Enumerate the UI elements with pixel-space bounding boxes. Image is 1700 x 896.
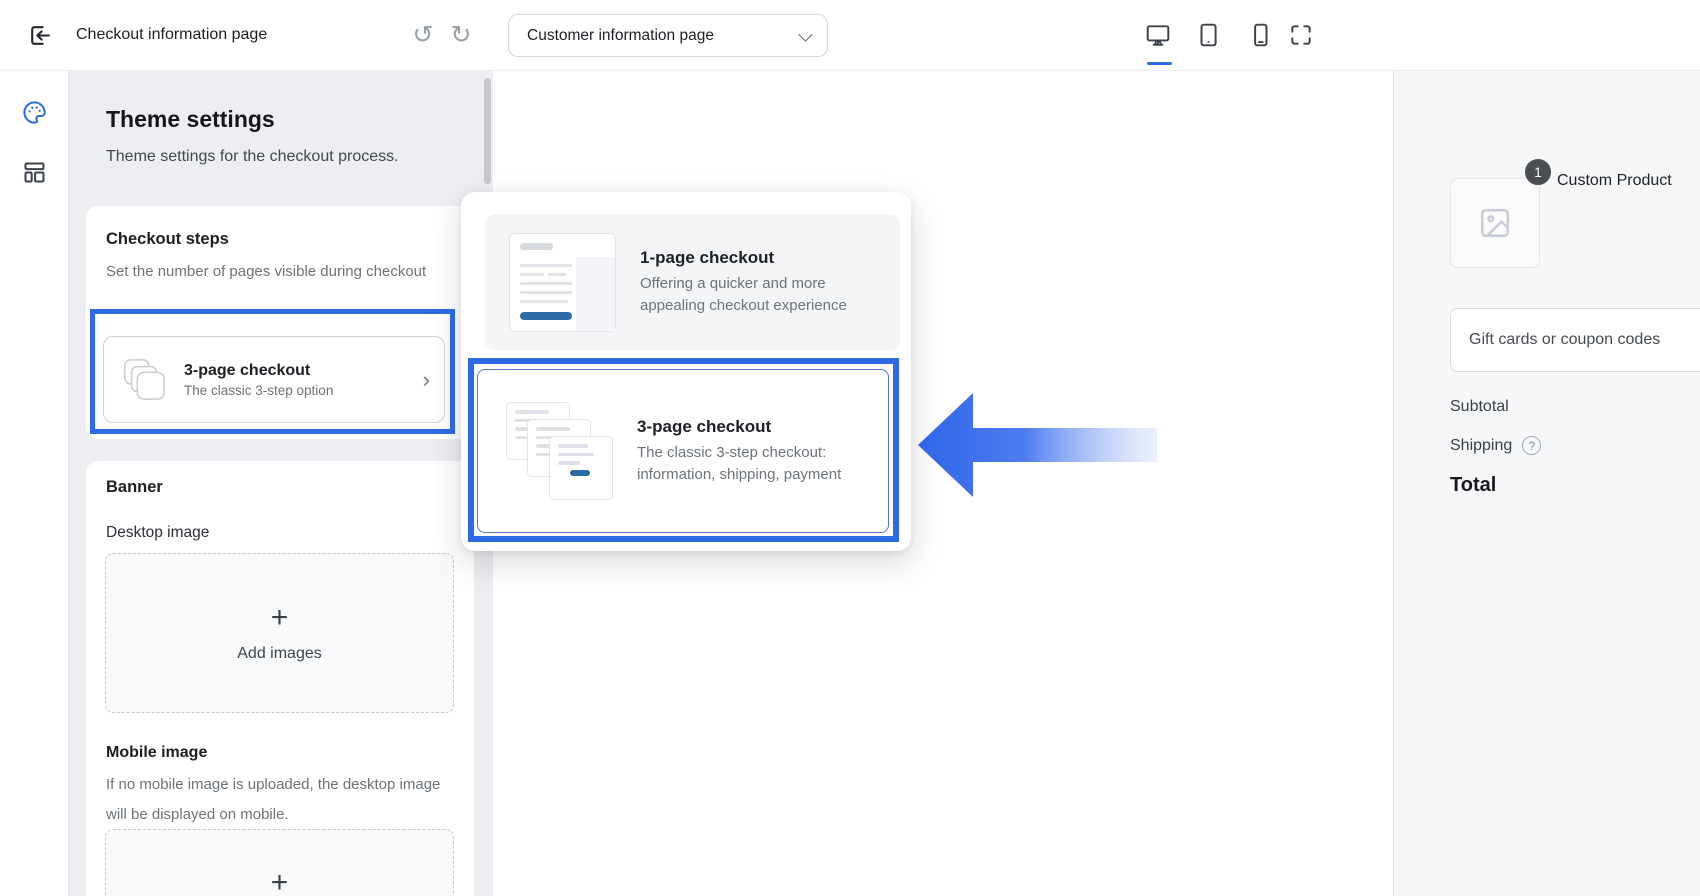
- thumb-line: [520, 300, 568, 303]
- thumb-line: [520, 291, 572, 294]
- 1-page-thumbnail: [509, 233, 616, 332]
- option-title: 3-page checkout: [184, 362, 333, 380]
- topbar: Checkout information page ↺ ↻ Customer i…: [0, 0, 1700, 71]
- chevron-right-icon: ›: [423, 369, 430, 391]
- panel-title: Theme settings: [106, 106, 275, 133]
- image-placeholder-icon: [1478, 206, 1512, 240]
- option-description: Offering a quicker and more appealing ch…: [640, 273, 858, 317]
- shipping-row: Shipping ?: [1450, 436, 1541, 455]
- page-title: Checkout information page: [76, 0, 267, 70]
- mobile-image-note: If no mobile image is uploaded, the desk…: [106, 770, 458, 830]
- theme-settings-palette-icon[interactable]: [20, 98, 48, 126]
- desktop-view-icon[interactable]: [1144, 21, 1172, 49]
- banner-heading: Banner: [106, 478, 163, 497]
- option-text: 1-page checkout Offering a quicker and m…: [640, 248, 858, 317]
- thumb-line: [520, 273, 544, 276]
- shipping-label: Shipping: [1450, 437, 1512, 455]
- product-thumbnail: [1450, 178, 1540, 268]
- thumb-header-bar: [520, 243, 553, 250]
- plus-icon: +: [271, 868, 289, 896]
- stacked-pages-icon: [122, 357, 168, 403]
- undo-icon[interactable]: ↺: [410, 22, 436, 48]
- subtotal-label: Subtotal: [1450, 398, 1509, 416]
- option-subtitle: The classic 3-step option: [184, 383, 333, 398]
- selected-checkout-steps-option[interactable]: 3-page checkout The classic 3-step optio…: [103, 336, 445, 423]
- gift-card-input[interactable]: [1450, 308, 1700, 372]
- mobile-add-images-dropzone[interactable]: +: [105, 829, 454, 896]
- theme-settings-panel: Theme settings Theme settings for the ch…: [68, 70, 493, 896]
- editor-nav-rail: [0, 70, 69, 896]
- checkout-editor-app: Checkout information page ↺ ↻ Customer i…: [0, 0, 1700, 896]
- page-selector-dropdown[interactable]: Customer information page: [508, 14, 828, 57]
- plus-icon: +: [271, 603, 289, 633]
- page-selector-value: Customer information page: [527, 27, 714, 45]
- annotation-highlight-box-popup: [468, 358, 899, 542]
- panel-subtitle: Theme settings for the checkout process.: [106, 148, 399, 166]
- option-1-page-checkout[interactable]: 1-page checkout Offering a quicker and m…: [485, 214, 900, 350]
- product-name: Custom Product: [1557, 172, 1672, 190]
- total-label: Total: [1450, 474, 1496, 497]
- thumb-line: [520, 264, 572, 267]
- desktop-image-label: Desktop image: [106, 521, 209, 545]
- option-text: 3-page checkout The classic 3-step optio…: [184, 362, 333, 398]
- chevron-down-icon: [798, 27, 812, 41]
- checkout-steps-description: Set the number of pages visible during c…: [106, 260, 436, 284]
- mobile-image-label: Mobile image: [106, 744, 207, 762]
- quantity-badge: 1: [1523, 157, 1553, 187]
- redo-icon[interactable]: ↻: [448, 22, 474, 48]
- thumb-right-column: [576, 257, 615, 331]
- checkout-steps-heading: Checkout steps: [106, 230, 229, 249]
- mobile-view-icon[interactable]: [1246, 21, 1274, 49]
- panel-scrollbar[interactable]: [484, 78, 491, 184]
- tablet-view-icon[interactable]: [1194, 21, 1222, 49]
- fullscreen-icon[interactable]: [1287, 21, 1315, 49]
- thumb-line: [548, 273, 566, 276]
- shipping-help-icon[interactable]: ?: [1522, 436, 1541, 455]
- desktop-add-images-dropzone[interactable]: + Add images: [105, 553, 454, 713]
- active-view-underline: [1147, 62, 1172, 65]
- option-title: 1-page checkout: [640, 248, 858, 268]
- thumb-button-bar: [520, 312, 572, 320]
- exit-editor-icon[interactable]: [26, 22, 52, 48]
- banner-card: Banner Desktop image + Add images Mobile…: [86, 461, 474, 896]
- order-summary: 1 Custom Product Subtotal Shipping ? Tot…: [1393, 70, 1700, 896]
- sections-layout-icon[interactable]: [20, 158, 48, 186]
- add-images-label: Add images: [237, 645, 322, 663]
- thumb-line: [520, 282, 572, 285]
